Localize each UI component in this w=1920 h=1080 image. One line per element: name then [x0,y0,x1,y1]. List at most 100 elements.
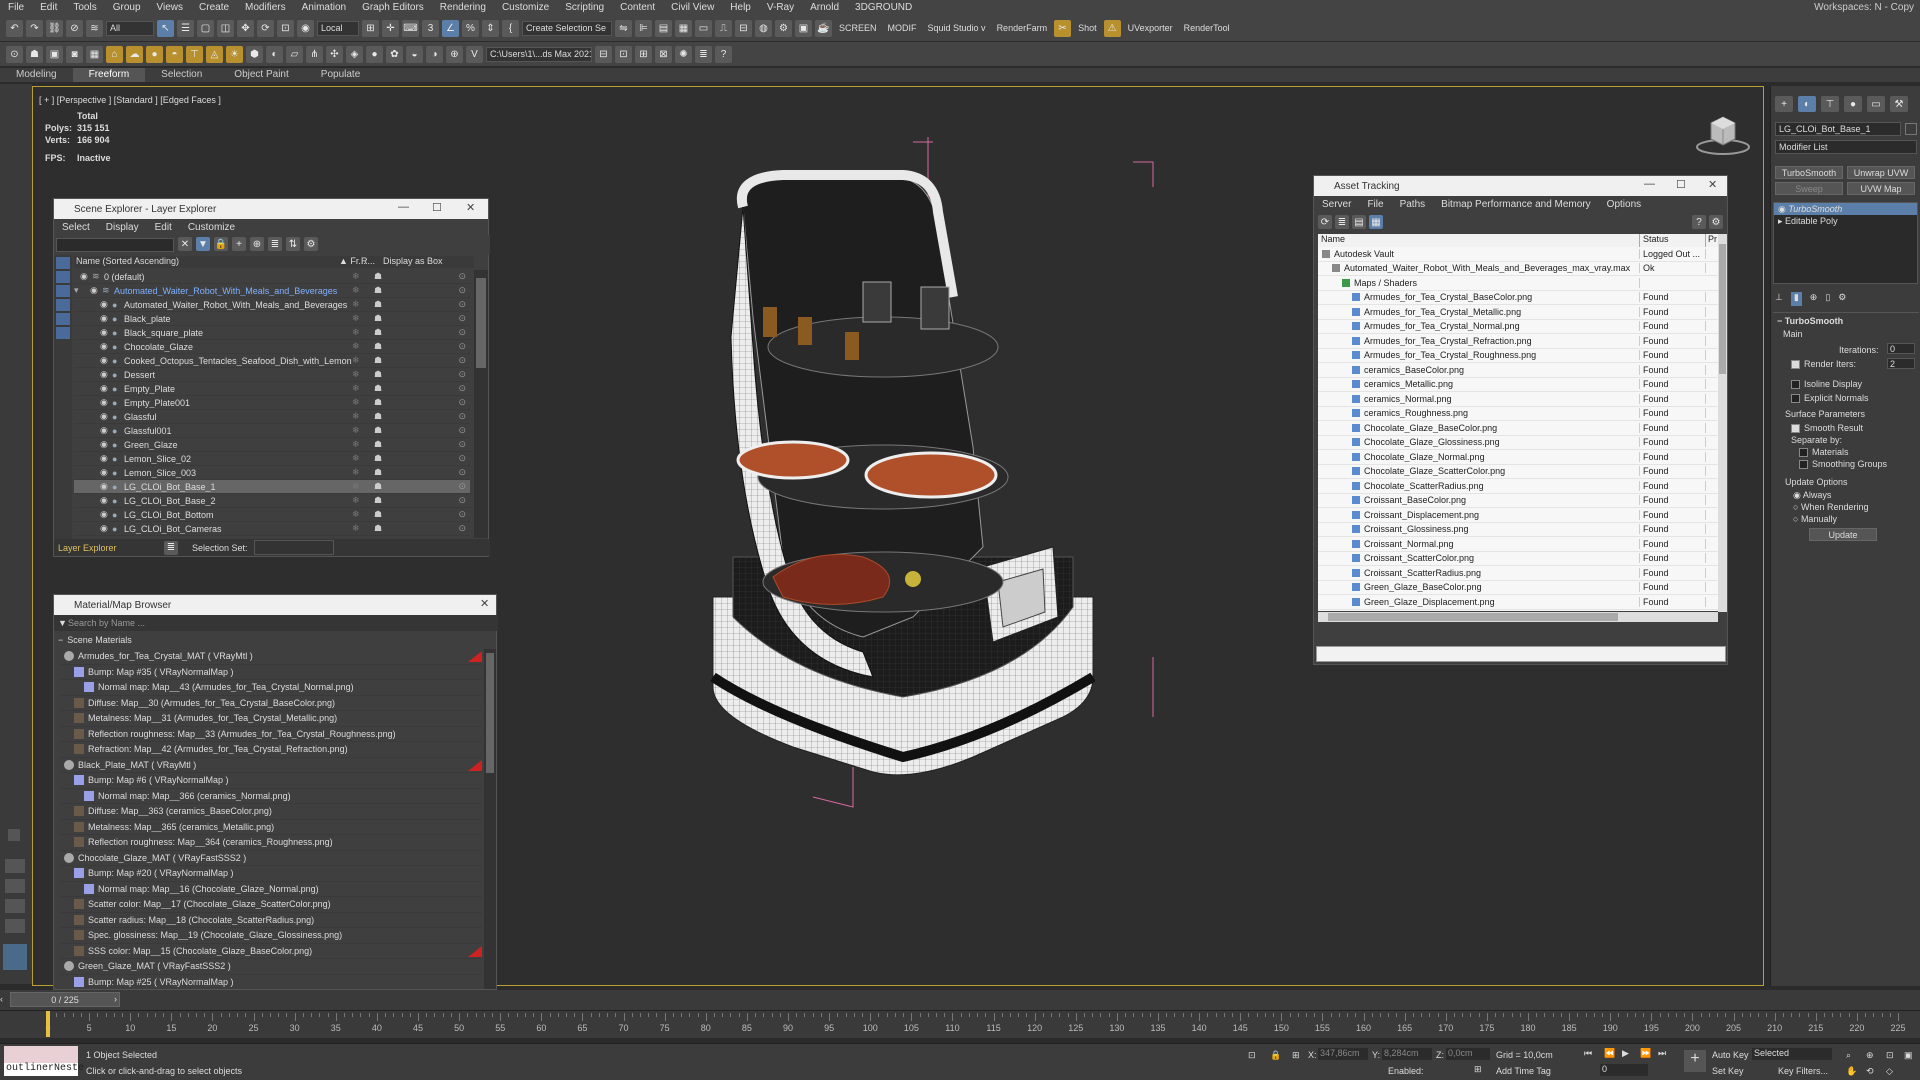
asset-row[interactable]: Armudes_for_Tea_Crystal_Refraction.png Fo… [1318,334,1718,349]
list-icon[interactable]: ≣ [695,45,712,63]
render-iters-row[interactable]: Render Iters: [1791,359,1856,370]
percent-snap-icon[interactable]: % [462,19,479,37]
fur-icon[interactable]: ⋔ [306,45,323,63]
workspace-selector[interactable]: Workspaces: N - Copy [1814,2,1920,13]
menu-group[interactable]: Group [105,2,149,13]
zoom-all-icon[interactable]: ⊕ [1866,1050,1874,1061]
expand-icon[interactable]: ▸ [1778,216,1785,226]
smoothing-groups-checkbox[interactable] [1799,460,1808,470]
scale-icon[interactable]: ⊡ [277,19,294,37]
visibility-eye-icon[interactable]: ◉ [100,397,112,408]
map-row[interactable]: Diffuse: Map__363 (ceramics_BaseColor.pn… [60,804,482,820]
tree-row[interactable]: ◉ ● Lemon_Slice_02 ❄ ☗ ⊙ [74,452,470,466]
display-as-box-icon[interactable]: ⊙ [458,397,470,408]
modifier-list-dropdown[interactable]: Modifier List [1775,140,1917,154]
selection-filter-dropdown[interactable]: All [106,20,154,36]
asset-row[interactable]: Autodesk Vault Logged Out ... [1318,247,1718,262]
render-teapot-icon[interactable]: ☗ [374,439,396,450]
teapot-icon[interactable]: ☗ [26,45,43,63]
display-as-box-icon[interactable]: ⊙ [458,285,470,296]
lock-icon[interactable]: 🔒 [214,237,228,251]
visibility-eye-icon[interactable]: ◉ [100,439,112,450]
transform-mode-icon[interactable]: ⊞ [1292,1050,1300,1061]
project-path-dropdown[interactable]: C:\Users\1\...ds Max 2021 [486,46,592,62]
display-as-box-icon[interactable]: ⊙ [458,439,470,450]
camera-icon[interactable]: ◙ [66,45,83,63]
rotate-icon[interactable]: ⟳ [257,19,274,37]
menu-arnold[interactable]: Arnold [802,2,847,13]
object-name-field[interactable]: LG_CLOi_Bot_Base_1 [1775,122,1901,136]
new-layer-icon[interactable]: + [232,237,246,251]
display-all-icon[interactable] [56,257,70,269]
prev-frame-icon[interactable]: ‹ [0,994,3,1004]
archive-icon[interactable]: ⊠ [655,45,672,63]
pin-stack-icon[interactable]: ⊥ [1775,292,1783,306]
render-iters-spinner[interactable]: 2 [1887,358,1915,369]
list-view-icon[interactable]: ≣ [1335,215,1349,229]
table-view-icon[interactable]: ▤ [1352,215,1366,229]
material-row[interactable]: Black_Plate_MAT ( VRayMtl ) [60,758,482,773]
unwrap-uvw-button[interactable]: Unwrap UVW [1847,166,1915,179]
visibility-eye-icon[interactable]: ◉ [100,313,112,324]
asset-row[interactable]: Armudes_for_Tea_Crystal_Normal.png Found [1318,320,1718,334]
shot-label[interactable]: Shot [1074,23,1101,33]
display-as-box-icon[interactable]: ⊙ [458,369,470,380]
isoline-checkbox[interactable] [1791,380,1800,390]
close-icon[interactable]: ✕ [1708,178,1717,191]
rendertool-label[interactable]: RenderTool [1180,23,1234,33]
current-frame-field[interactable]: 0 [1600,1064,1648,1076]
map-row[interactable]: Metalness: Map__31 (Armudes_for_Tea_Crys… [60,711,482,727]
menu-scripting[interactable]: Scripting [557,2,612,13]
box-icon[interactable]: ▣ [46,45,63,63]
display-as-box-icon[interactable]: ⊙ [458,509,470,520]
freeze-icon[interactable]: ❄ [352,327,374,338]
display-as-box-icon[interactable]: ⊙ [458,341,470,352]
display-tab-icon[interactable]: ▭ [1867,96,1885,112]
map-row[interactable]: Reflection roughness: Map__33 (Armudes_f… [60,727,482,742]
menu-tools[interactable]: Tools [65,2,104,13]
col-render-header[interactable]: R... [361,256,383,268]
map-row[interactable]: Bump: Map #35 ( VRayNormalMap ) [60,665,482,680]
goto-start-icon[interactable]: ⏮ [1584,1048,1592,1059]
vray-scene-icon[interactable]: ⊕ [446,45,463,63]
menu-v-ray[interactable]: V-Ray [759,2,802,13]
tree-row[interactable]: ◉ ● Black_plate ❄ ☗ ⊙ [74,312,470,326]
render-icon[interactable]: ☕ [815,19,832,37]
explicit-normals-checkbox[interactable] [1791,394,1800,404]
tree-row[interactable]: ◉ ≋ 0 (default) ❄ ☗ ⊙ [74,270,470,284]
asset-row[interactable]: ceramics_BaseColor.png Found [1318,363,1718,378]
save-folder-icon[interactable]: ⊞ [635,45,652,63]
next-frame-icon[interactable]: › [114,994,117,1004]
freeze-icon[interactable]: ❄ [352,341,374,352]
menu-views[interactable]: Views [149,2,192,13]
render-teapot-icon[interactable]: ☗ [374,397,396,408]
next-key-icon[interactable]: ⏩ [1640,1048,1651,1059]
asset-row[interactable]: Green_Glaze_Displacement.png Found [1318,595,1718,610]
set-key-icon[interactable]: + [1684,1050,1706,1072]
tree-row[interactable]: ◉ ● Glassful001 ❄ ☗ ⊙ [74,424,470,438]
always-row[interactable]: ◉ Always [1793,490,1831,501]
curve-editor-icon[interactable]: ⎍ [715,19,732,37]
tree-row[interactable]: ◉ ● Black_square_plate ❄ ☗ ⊙ [74,326,470,340]
freeze-icon[interactable]: ❄ [352,523,374,534]
scissors-icon[interactable]: ✂ [1054,19,1072,37]
isolate-icon[interactable]: ⊡ [1248,1050,1256,1061]
map-row[interactable]: Metalness: Map__365 (ceramics_Metallic.p… [60,820,482,835]
render-teapot-icon[interactable]: ☗ [374,467,396,478]
scene-tree-scrollbar[interactable] [474,270,488,538]
auto-key-button[interactable]: Auto Key [1712,1050,1749,1060]
select-manipulate-icon[interactable]: ✛ [382,19,399,37]
window-crossing-icon[interactable]: ◫ [217,19,234,37]
material-row[interactable]: Chocolate_Glaze_MAT ( VRayFastSSS2 ) [60,851,482,866]
visibility-eye-icon[interactable]: ◉ [100,383,112,394]
scene-menu-edit[interactable]: Edit [147,222,180,233]
dome-light-icon[interactable]: ◓ [166,45,183,63]
particle-icon[interactable]: ✺ [675,45,692,63]
menu-civil-view[interactable]: Civil View [663,2,722,13]
render-teapot-icon[interactable]: ☗ [374,481,396,492]
display-as-box-icon[interactable]: ⊙ [458,327,470,338]
display-geometry-icon[interactable] [56,271,70,283]
snap-icon[interactable]: 3 [422,19,439,37]
layer-explorer-dropdown[interactable]: Layer Explorer [54,543,164,553]
asset-row[interactable]: Croissant_ScatterRadius.png Found [1318,566,1718,581]
